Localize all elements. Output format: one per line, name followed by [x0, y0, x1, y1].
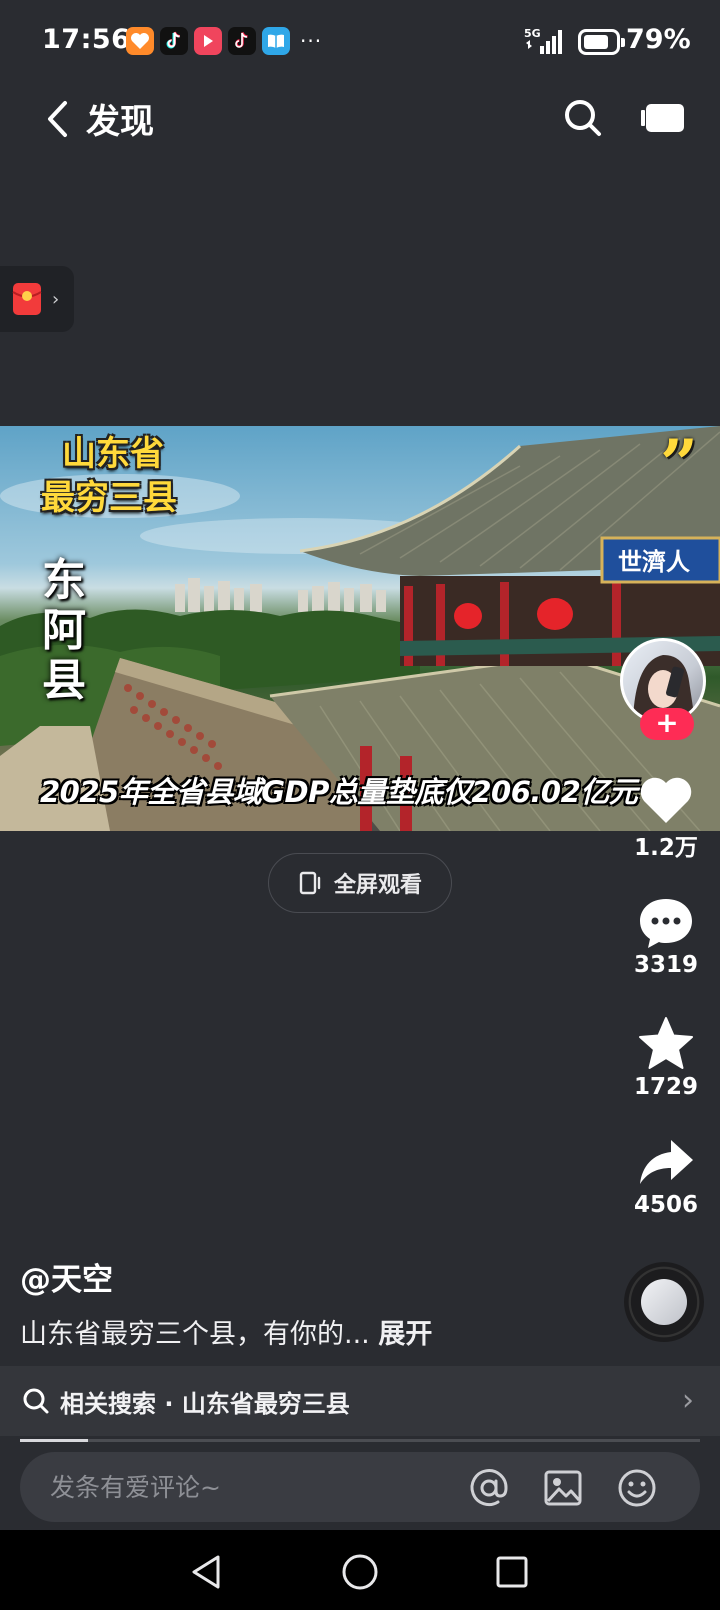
more-notifications-icon: ··· [300, 29, 323, 53]
xianyu-app-icon [126, 27, 154, 55]
square-recents-icon [496, 1556, 528, 1588]
system-back-button[interactable] [184, 1550, 228, 1594]
overlay-caption: 2025年全省县域GDP总量垫底仅206.02亿元 [40, 775, 638, 809]
heart-icon [640, 777, 692, 823]
svg-text:5G: 5G [524, 27, 541, 40]
overlay-title-line-2: 最穷三县 [41, 478, 177, 518]
mention-button[interactable] [468, 1467, 510, 1509]
status-bar: 17:56 ··· 5G 79% [0, 0, 720, 84]
camera-icon [641, 104, 684, 132]
related-search-label: 相关搜索 · 山东省最穷三县 [60, 1389, 350, 1418]
system-home-button[interactable] [338, 1550, 382, 1594]
music-disc-button[interactable] [624, 1262, 704, 1342]
post-description[interactable]: 山东省最穷三个县，有你的... 展开 [20, 1312, 432, 1351]
video-player[interactable]: 世濟人 山东省 最穷三县 东阿县 ” 2025年全省县域GDP总量垫底仅206.… [0, 426, 720, 831]
like-action[interactable]: 1.2万 [620, 774, 712, 862]
star-icon [639, 1017, 693, 1069]
image-button[interactable] [542, 1467, 584, 1509]
comment-bar [20, 1452, 700, 1522]
fullscreen-label: 全屏观看 [333, 873, 422, 898]
share-action[interactable]: 4506 [620, 1136, 712, 1218]
reader-app-icon [262, 27, 290, 55]
douyin-app-icon [160, 27, 188, 55]
svg-text:世濟人: 世濟人 [618, 547, 690, 576]
back-button[interactable] [34, 94, 82, 144]
battery-icon [578, 29, 625, 55]
chevron-right-icon: › [682, 1383, 694, 1418]
comment-input[interactable] [50, 1470, 450, 1504]
page-title: 发现 [86, 102, 154, 142]
status-time: 17:56 [42, 24, 131, 55]
notification-icons: ··· [126, 27, 322, 55]
triangle-back-icon [192, 1555, 220, 1589]
comment-action[interactable]: 3319 [620, 896, 712, 978]
description-text: 山东省最穷三个县，有你的... [20, 1319, 370, 1350]
emoji-button[interactable] [616, 1467, 658, 1509]
top-nav: 发现 [0, 84, 720, 170]
playback-progress-fill [20, 1439, 88, 1442]
favorite-count: 1729 [633, 1074, 698, 1100]
overlay-title-line-1: 山东省 [62, 434, 164, 474]
battery-percent: 79% [626, 24, 691, 55]
signal-5g-icon: 5G [524, 26, 568, 60]
comment-icon [640, 899, 692, 948]
overlay-vertical-text: 东阿县 [42, 555, 86, 706]
video-app-icon [194, 27, 222, 55]
playback-progress-bar[interactable] [20, 1439, 700, 1442]
expand-link[interactable]: 展开 [378, 1319, 432, 1350]
comment-count: 3319 [633, 952, 698, 978]
favorite-action[interactable]: 1729 [620, 1016, 712, 1100]
share-count: 4506 [633, 1192, 698, 1218]
chevron-right-icon: › [52, 288, 60, 310]
music-disc-cover [641, 1279, 687, 1325]
search-icon [23, 1388, 49, 1414]
circle-home-icon [342, 1554, 378, 1590]
quote-mark-icon: ” [660, 426, 698, 503]
search-button[interactable] [558, 90, 608, 146]
author-name[interactable]: @天空 [20, 1254, 113, 1299]
fullscreen-icon [299, 871, 321, 895]
like-count: 1.2万 [634, 835, 698, 861]
camera-button[interactable] [638, 90, 688, 146]
red-envelope-icon [12, 283, 42, 315]
red-packet-button[interactable]: › [0, 266, 74, 332]
author-avatar-button[interactable]: + [620, 638, 708, 740]
share-arrow-icon [640, 1140, 693, 1184]
emoji-icon [618, 1469, 656, 1507]
system-recents-button[interactable] [490, 1550, 534, 1594]
system-navigation-bar [0, 1530, 720, 1610]
at-mention-icon [470, 1469, 508, 1507]
image-icon [544, 1470, 582, 1506]
search-icon [565, 100, 601, 136]
follow-button[interactable]: + [640, 708, 694, 740]
douyin-lite-app-icon [228, 27, 256, 55]
related-search-bar[interactable]: 相关搜索 · 山东省最穷三县 › [0, 1366, 720, 1436]
fullscreen-button[interactable]: 全屏观看 [268, 853, 452, 913]
back-arrow-icon [48, 101, 67, 137]
